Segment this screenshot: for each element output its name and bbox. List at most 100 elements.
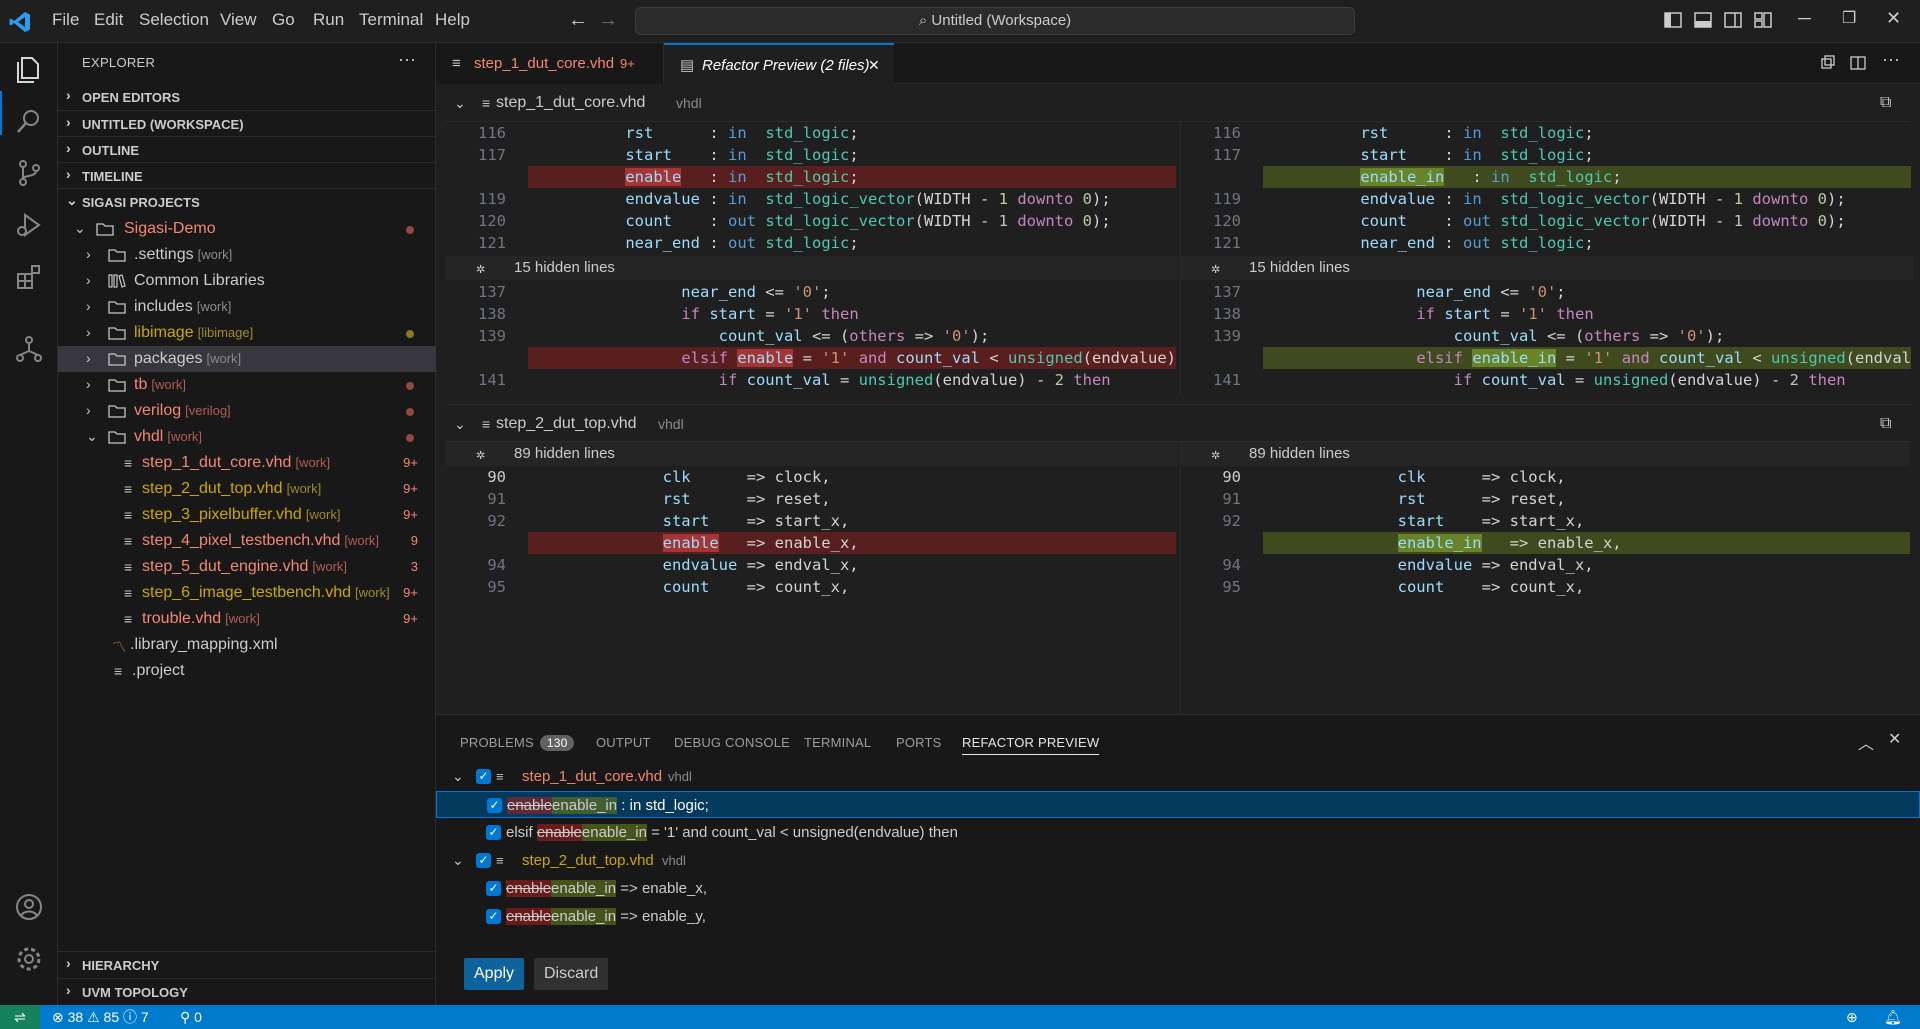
- panel-tab-output[interactable]: OUTPUT: [596, 735, 651, 750]
- section-hierarchy[interactable]: › HIERARCHY: [58, 951, 436, 977]
- close-tab-icon[interactable]: ✕: [868, 45, 880, 86]
- ports-status[interactable]: ⚲ 0: [180, 1005, 202, 1029]
- menu-selection[interactable]: Selection: [139, 10, 209, 30]
- refactor-change-row[interactable]: ✓ enableenable_in : in std_logic;: [436, 791, 1920, 818]
- customize-layout-icon[interactable]: [1754, 11, 1772, 29]
- checkbox-checked-icon[interactable]: ✓: [487, 798, 502, 813]
- hidden-lines-row[interactable]: ✲ 89 hidden lines: [1181, 442, 1910, 466]
- refactor-file-row[interactable]: ⌄ ✓ ≡ step_1_dut_core.vhd vhdl: [436, 763, 1920, 790]
- code-line: 94 endvalue => endval_x,: [487, 556, 859, 574]
- run-debug-icon[interactable]: [13, 209, 45, 241]
- tab-refactor-preview[interactable]: ▤ Refactor Preview (2 files) ✕: [664, 43, 894, 84]
- code-line: 117 start : in std_logic;: [1213, 146, 1594, 164]
- file-lines-icon: ≡: [496, 769, 504, 784]
- tree-item-step-6[interactable]: ≡ step_6_image_testbench.vhd [work] 9+: [58, 580, 436, 606]
- section-workspace[interactable]: › UNTITLED (WORKSPACE): [58, 110, 436, 136]
- split-editor-icon[interactable]: [1850, 55, 1866, 71]
- tab-step-1-dut-core[interactable]: ≡ step_1_dut_core.vhd 9+: [436, 43, 664, 84]
- account-icon[interactable]: [13, 891, 45, 923]
- tree-item-vhdl[interactable]: ⌄ vhdl [work]: [58, 424, 436, 450]
- file-lines-icon: ≡: [124, 559, 133, 575]
- more-actions-icon[interactable]: ···: [1882, 49, 1900, 70]
- tree-item-includes[interactable]: › includes [work]: [58, 294, 436, 320]
- extensions-icon[interactable]: [13, 261, 45, 293]
- refactor-file-row[interactable]: ⌄ ✓ ≡ step_2_dut_top.vhd vhdl: [436, 847, 1920, 874]
- menu-go[interactable]: Go: [272, 10, 295, 30]
- section-outline[interactable]: › OUTLINE: [58, 136, 436, 162]
- panel-tab-terminal[interactable]: TERMINAL: [804, 735, 871, 750]
- checkbox-checked-icon[interactable]: ✓: [476, 853, 491, 868]
- menu-file[interactable]: File: [52, 10, 79, 30]
- maximize-panel-icon[interactable]: ︿: [1858, 730, 1874, 754]
- tree-item-step-3[interactable]: ≡ step_3_pixelbuffer.vhd [work] 9+: [58, 502, 436, 528]
- restore-icon[interactable]: ❐: [1842, 8, 1856, 28]
- checkbox-checked-icon[interactable]: ✓: [486, 881, 501, 896]
- menu-view[interactable]: View: [220, 10, 257, 30]
- section-open-editors[interactable]: › OPEN EDITORS: [58, 84, 436, 110]
- menu-help[interactable]: Help: [435, 10, 470, 30]
- checkbox-checked-icon[interactable]: ✓: [476, 769, 491, 784]
- diff-file-header[interactable]: ⌄ ≡ step_1_dut_core.vhd vhdl ⧉: [446, 84, 1910, 122]
- tree-item-packages[interactable]: › packages [work]: [58, 346, 436, 372]
- back-arrow-icon[interactable]: ←: [568, 9, 588, 32]
- chevron-right-icon: ›: [86, 272, 91, 288]
- toggle-primary-sidebar-icon[interactable]: [1664, 11, 1682, 29]
- panel-tab-debug-console[interactable]: DEBUG CONSOLE: [674, 735, 790, 750]
- tree-item-settings[interactable]: › .settings [work]: [58, 242, 436, 268]
- manage-gear-icon[interactable]: [13, 943, 45, 975]
- refactor-change-row[interactable]: ✓ elsif enableenable_in = '1' and count_…: [436, 819, 1920, 846]
- search-icon[interactable]: [13, 105, 45, 137]
- more-actions-icon[interactable]: ···: [398, 49, 416, 70]
- explorer-icon[interactable]: [13, 53, 45, 85]
- code-line: 95 count => count_x,: [1222, 578, 1585, 596]
- remote-indicator-icon[interactable]: ⇌: [0, 1005, 40, 1029]
- minimize-icon[interactable]: ─: [1798, 8, 1811, 29]
- problems-status[interactable]: ⊗ 38 ⚠ 85 ⓘ 7: [52, 1005, 149, 1029]
- tree-item-library-mapping[interactable]: 〽 .library_mapping.xml: [58, 632, 436, 658]
- tree-item-trouble[interactable]: ≡ trouble.vhd [work] 9+: [58, 606, 436, 632]
- tree-item-common-libraries[interactable]: › Common Libraries: [58, 268, 436, 294]
- sigasi-icon[interactable]: [13, 333, 45, 365]
- open-changes-icon[interactable]: [1820, 55, 1836, 71]
- tree-item-libimage[interactable]: › libimage [libimage]: [58, 320, 436, 346]
- tree-item-verilog[interactable]: › verilog [verilog]: [58, 398, 436, 424]
- menu-edit[interactable]: Edit: [94, 10, 123, 30]
- tree-item-step-4[interactable]: ≡ step_4_pixel_testbench.vhd [work] 9: [58, 528, 436, 554]
- hidden-lines-row[interactable]: ✲ 89 hidden lines: [446, 442, 1178, 466]
- tree-item-tb[interactable]: › tb [work]: [58, 372, 436, 398]
- close-panel-icon[interactable]: ✕: [1888, 729, 1901, 749]
- zoom-icon[interactable]: ⊕: [1846, 1005, 1858, 1029]
- menu-run[interactable]: Run: [313, 10, 344, 30]
- open-file-icon[interactable]: ⧉: [1880, 405, 1891, 443]
- panel-tab-ports[interactable]: PORTS: [896, 735, 942, 750]
- tree-item-sigasi-demo[interactable]: ⌄ Sigasi-Demo: [58, 216, 436, 242]
- diff-file-header[interactable]: ⌄ ≡ step_2_dut_top.vhd vhdl ⧉: [446, 404, 1910, 442]
- command-center[interactable]: ⌕ Untitled (Workspace): [635, 7, 1355, 35]
- tree-item-step-2[interactable]: ≡ step_2_dut_top.vhd [work] 9+: [58, 476, 436, 502]
- hidden-lines-row[interactable]: ✲ 15 hidden lines: [446, 256, 1178, 280]
- tree-item-step-5[interactable]: ≡ step_5_dut_engine.vhd [work] 3: [58, 554, 436, 580]
- forward-arrow-icon[interactable]: →: [598, 9, 618, 32]
- section-uvm-topology[interactable]: › UVM TOPOLOGY: [58, 978, 436, 1004]
- tree-item-project[interactable]: ≡ .project: [58, 658, 436, 684]
- toggle-panel-icon[interactable]: [1694, 11, 1712, 29]
- checkbox-checked-icon[interactable]: ✓: [486, 825, 501, 840]
- menu-terminal[interactable]: Terminal: [359, 10, 423, 30]
- tree-item-step-1[interactable]: ≡ step_1_dut_core.vhd [work] 9+: [58, 450, 436, 476]
- hidden-lines-row[interactable]: ✲ 15 hidden lines: [1181, 256, 1913, 280]
- apply-button[interactable]: Apply: [464, 958, 525, 990]
- source-control-icon[interactable]: [13, 157, 45, 189]
- open-file-icon[interactable]: ⧉: [1880, 84, 1891, 122]
- close-window-icon[interactable]: ✕: [1886, 8, 1901, 29]
- refactor-change-row[interactable]: ✓ enableenable_in => enable_x,: [436, 875, 1920, 902]
- notifications-bell-icon[interactable]: 🔔︎: [1884, 1005, 1902, 1029]
- toggle-secondary-sidebar-icon[interactable]: [1724, 11, 1742, 29]
- section-sigasi-projects[interactable]: ⌄ SIGASI PROJECTS: [58, 188, 436, 214]
- checkbox-checked-icon[interactable]: ✓: [486, 909, 501, 924]
- panel-tab-problems[interactable]: PROBLEMS 130: [460, 735, 575, 751]
- refactor-change-row[interactable]: ✓ enableenable_in => enable_y,: [436, 903, 1920, 930]
- discard-button[interactable]: Discard: [534, 958, 609, 990]
- section-timeline[interactable]: › TIMELINE: [58, 162, 436, 188]
- panel-tab-refactor-preview[interactable]: REFACTOR PREVIEW: [962, 735, 1100, 755]
- chevron-right-icon: ›: [66, 114, 71, 130]
